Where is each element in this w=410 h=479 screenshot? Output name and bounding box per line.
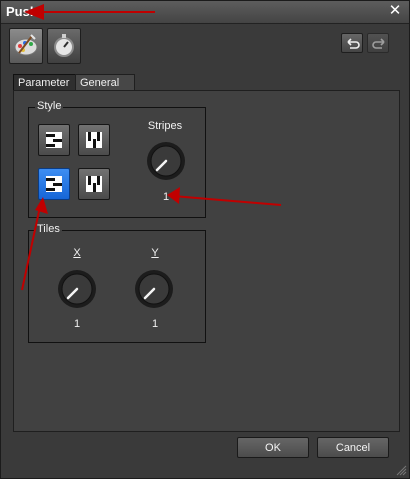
parameter-panel: Style Stripes 1 Tiles X 1 Y 1 (13, 90, 400, 432)
y-knob[interactable] (133, 268, 175, 310)
vertical-checker-style-alt-button[interactable] (78, 168, 110, 200)
resize-grip[interactable] (395, 464, 407, 476)
knob-icon (147, 142, 185, 180)
tiles-group: Tiles X 1 Y 1 (28, 223, 206, 343)
palette-button[interactable] (9, 28, 43, 64)
y-value: 1 (151, 318, 159, 330)
tab-parameter[interactable]: Parameter (13, 74, 83, 91)
stripes-knob[interactable] (145, 140, 187, 182)
resize-grip-icon (396, 465, 407, 476)
x-value: 1 (73, 318, 81, 330)
tab-general[interactable]: General (75, 74, 135, 91)
checker-pattern-icon (86, 176, 102, 192)
cancel-button[interactable]: Cancel (317, 437, 389, 458)
y-label: Y (151, 247, 159, 259)
window-title: Push (6, 4, 38, 19)
redo-button[interactable] (367, 33, 389, 53)
style-group-label: Style (35, 100, 64, 112)
redo-icon (372, 38, 385, 49)
ok-button[interactable]: OK (237, 437, 309, 458)
stripes-pattern-icon (46, 176, 62, 192)
undo-button[interactable] (341, 33, 363, 53)
knob-icon (135, 270, 173, 308)
x-label: X (73, 247, 81, 259)
stripes-value: 1 (162, 191, 170, 203)
stopwatch-icon (54, 34, 74, 57)
style-group: Style Stripes 1 (28, 100, 206, 218)
undo-icon (347, 38, 360, 49)
palette-icon (14, 34, 38, 56)
stripes-label: Stripes (147, 120, 183, 132)
checker-pattern-icon (86, 132, 102, 148)
close-icon[interactable]: ✕ (387, 3, 403, 19)
push-dialog: Push ✕ Parameter General Style Stripes 1… (0, 0, 410, 479)
stripes-pattern-icon (46, 132, 62, 148)
knob-icon (58, 270, 96, 308)
horizontal-stripes-style-button[interactable] (38, 124, 70, 156)
vertical-checker-style-button[interactable] (78, 124, 110, 156)
tiles-group-label: Tiles (35, 223, 62, 235)
stopwatch-button[interactable] (47, 28, 81, 64)
horizontal-stripes-style-alt-button[interactable] (38, 168, 70, 200)
x-knob[interactable] (56, 268, 98, 310)
title-bar[interactable]: Push ✕ (1, 1, 409, 24)
